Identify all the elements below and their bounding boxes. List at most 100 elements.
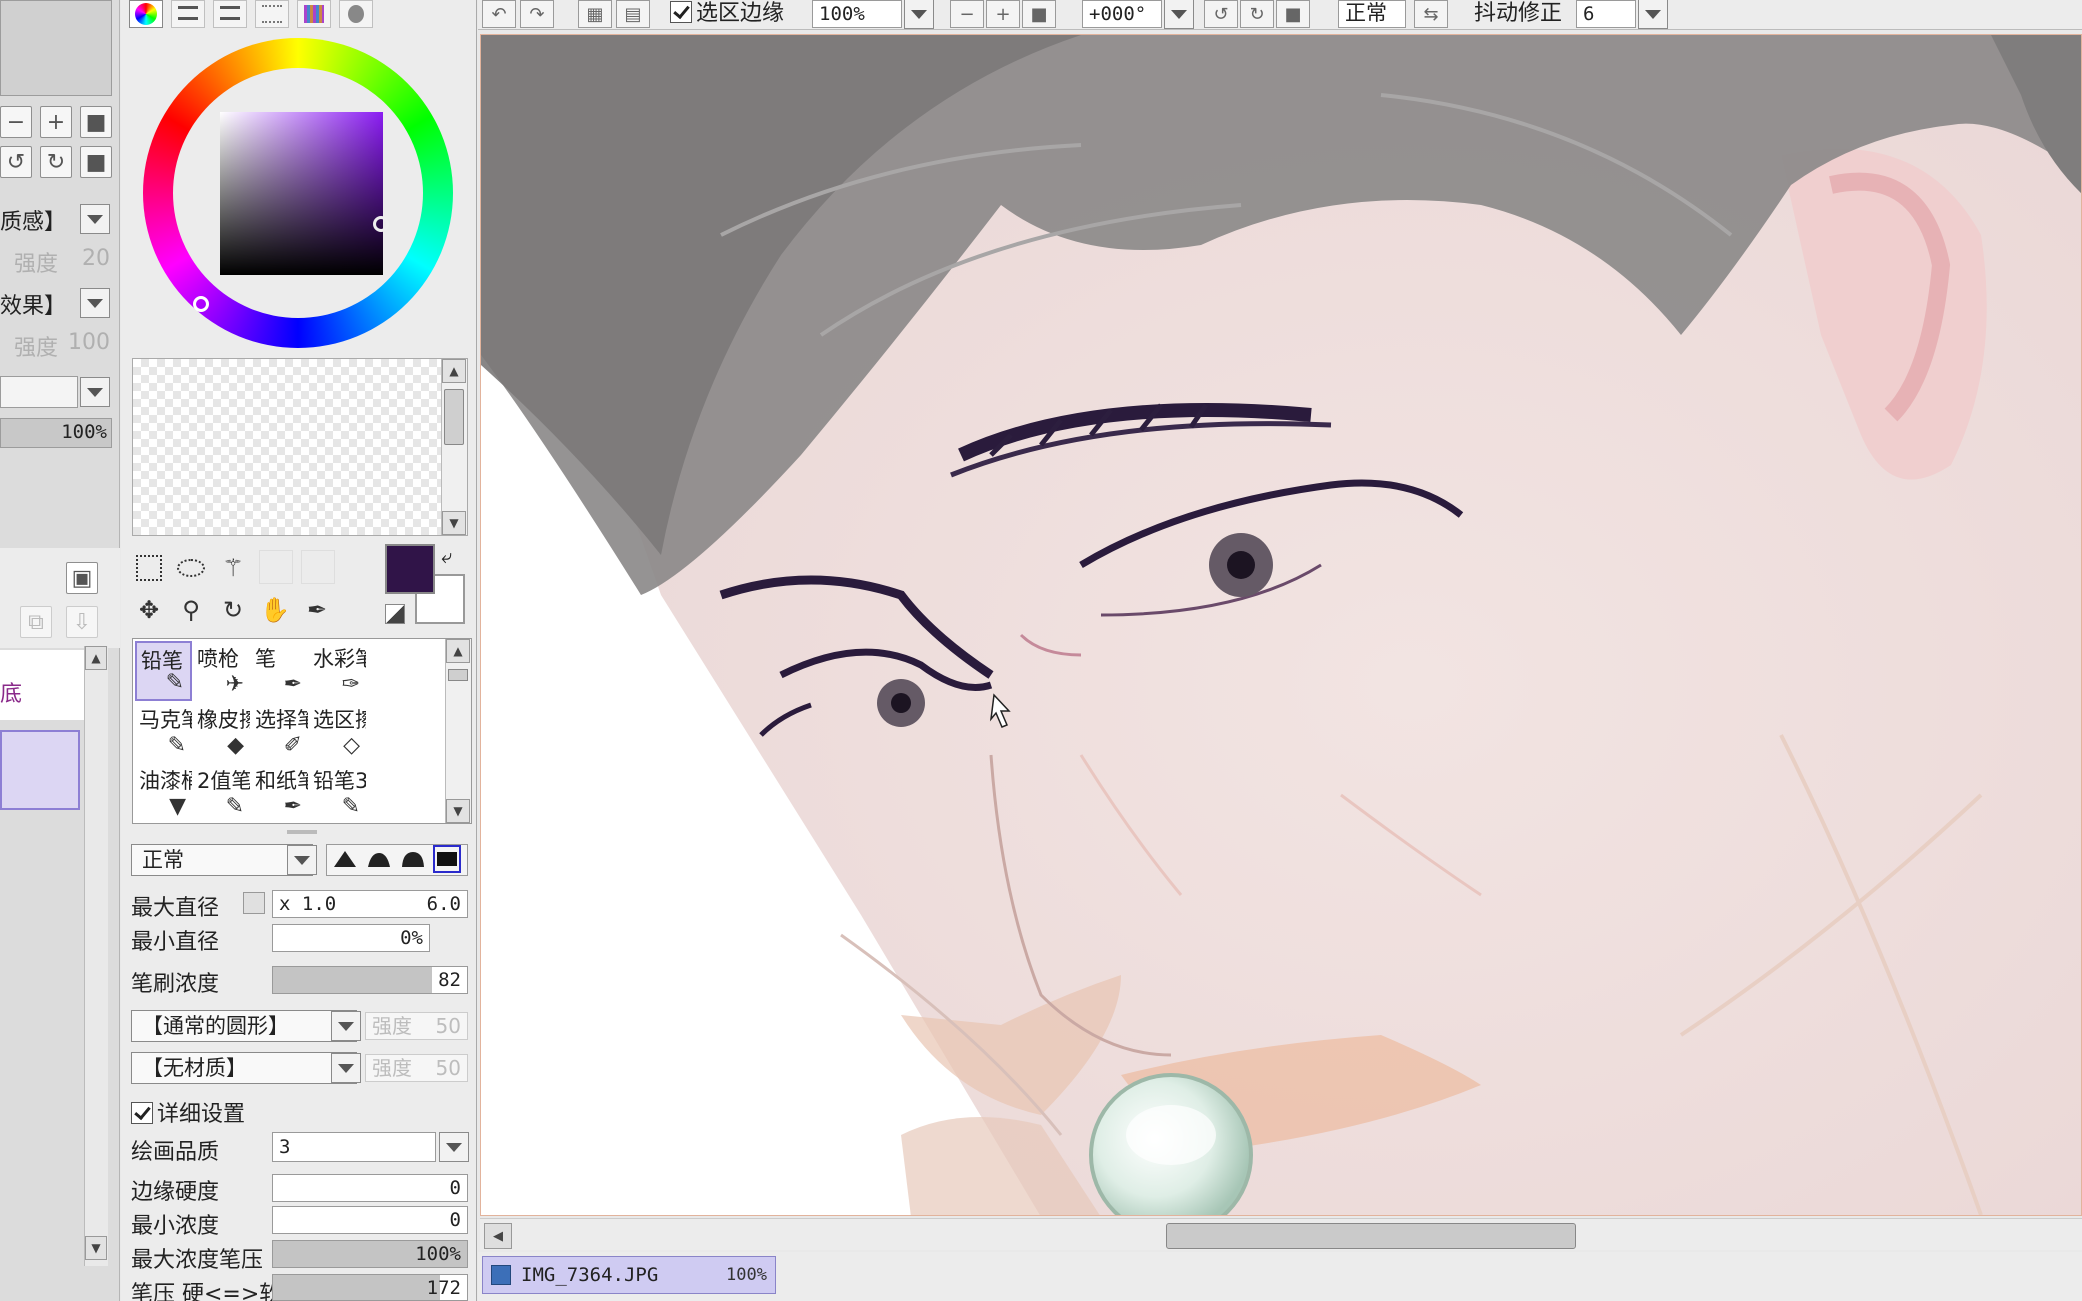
max-diameter-field[interactable]: x 1.0 6.0 (272, 890, 468, 918)
scratchpad-tab[interactable] (339, 0, 373, 28)
brush-texture-arrow[interactable] (331, 1053, 361, 1083)
brush-scroll-thumb[interactable] (448, 669, 468, 681)
stabilizer-dropdown-arrow[interactable] (1638, 0, 1668, 29)
max-diameter-lock-button[interactable] (243, 892, 265, 914)
select-edge-toggle[interactable]: 选区边缘 (670, 0, 784, 28)
brush-item[interactable]: 铅笔 ✎ (135, 641, 192, 701)
preview-scroll-thumb[interactable] (444, 389, 464, 445)
brush-blend-mode-arrow[interactable] (287, 845, 317, 875)
brush-blend-mode-select[interactable]: 正常 (131, 844, 313, 876)
toolbar-rotate-reset-button[interactable]: ■ (1276, 0, 1310, 28)
zoom-in-button[interactable]: + (40, 106, 72, 138)
rect-select-tool[interactable] (131, 550, 167, 586)
color-wheel[interactable] (143, 38, 453, 348)
quality-select[interactable]: 3 (272, 1132, 436, 1162)
brush-shape-arrow[interactable] (331, 1011, 361, 1041)
brush-grid-scrollbar[interactable]: ▲ ▼ (445, 639, 471, 823)
min-diameter-slider[interactable]: 0% (272, 924, 430, 952)
undo-button[interactable]: ↶ (482, 0, 516, 28)
swap-colors-icon[interactable]: ⤶ (441, 544, 452, 568)
rotation-dropdown-arrow[interactable] (1164, 0, 1194, 29)
zoom-reset-button[interactable]: ■ (80, 106, 112, 138)
detail-settings-toggle[interactable]: 详细设置 (131, 1096, 245, 1128)
select-edge-checkbox[interactable] (670, 1, 692, 23)
brush-item[interactable]: 和纸笔 ✒ (251, 763, 308, 823)
canvas-horizontal-scrollbar[interactable]: ◀ (480, 1218, 2082, 1250)
preview-scrollbar[interactable]: ▲ ▼ (441, 359, 467, 535)
layer-mask-button[interactable]: ▣ (66, 562, 98, 594)
lasso-tool[interactable] (173, 550, 209, 586)
canvas-scroll-thumb[interactable] (1166, 1223, 1576, 1249)
layer-texture-dropdown-arrow[interactable] (80, 204, 110, 234)
shape-hard-button[interactable] (399, 845, 427, 873)
layer-texture-dropdown[interactable]: 质感】 (0, 204, 66, 236)
zoom-out-button[interactable]: − (0, 106, 32, 138)
brush-shape-select[interactable]: 【通常的圆形】 (131, 1010, 357, 1042)
redo-button[interactable]: ↷ (520, 0, 554, 28)
brush-item[interactable]: 橡皮擦 ◆ (193, 702, 250, 762)
rotate-tool[interactable]: ↻ (215, 592, 251, 628)
layer-opacity-slider[interactable]: 100% (0, 418, 112, 448)
canvas-scroll-left-button[interactable]: ◀ (484, 1223, 512, 1249)
brush-item[interactable]: 选择笔 ✐ (251, 702, 308, 762)
layer-item-base[interactable]: 底 (0, 650, 84, 720)
toolbar-zoom-reset-button[interactable]: ■ (1022, 0, 1056, 28)
zoom-tool[interactable]: ⚲ (173, 592, 209, 628)
quality-arrow[interactable] (439, 1132, 469, 1162)
move-tool[interactable]: ✥ (131, 592, 167, 628)
brush-item[interactable]: 喷枪 ✈ (193, 641, 250, 701)
preview-scroll-down-button[interactable]: ▼ (442, 511, 466, 535)
rotate-left-button[interactable]: ↺ (0, 146, 32, 178)
toolbar-zoom-out-button[interactable]: − (950, 0, 984, 28)
rgb-slider-tab[interactable] (171, 0, 205, 28)
swatches-tab[interactable] (297, 0, 331, 28)
brush-item[interactable]: 笔 ✒ (251, 641, 308, 701)
brush-shape-selector[interactable] (326, 844, 468, 876)
hue-marker[interactable] (193, 296, 209, 312)
brush-scroll-down-button[interactable]: ▼ (446, 799, 470, 823)
zoom-dropdown-arrow[interactable] (904, 0, 934, 29)
toolbar-rotate-right-button[interactable]: ↻ (1240, 0, 1274, 28)
layer-scroll-down-button[interactable]: ▼ (85, 1236, 107, 1260)
min-density-slider[interactable]: 0 (272, 1206, 468, 1234)
shape-soft-button[interactable] (331, 845, 359, 873)
hsv-slider-tab[interactable] (213, 0, 247, 28)
hand-tool[interactable]: ✋ (257, 592, 293, 628)
brush-item[interactable]: 水彩笔 ✑ (309, 641, 366, 701)
brush-scroll-up-button[interactable]: ▲ (446, 639, 470, 663)
rotate-right-button[interactable]: ↻ (40, 146, 72, 178)
layer-scroll-up-button[interactable]: ▲ (85, 646, 107, 670)
deselect-button[interactable]: ▦ (578, 0, 612, 28)
layer-blend-dropdown-arrow[interactable] (80, 377, 110, 407)
rotation-field[interactable]: +000° (1082, 0, 1162, 28)
foreground-color-swatch[interactable] (385, 544, 435, 594)
layer-copy-button[interactable]: ⧉ (20, 606, 52, 638)
edge-hardness-slider[interactable]: 0 (272, 1174, 468, 1202)
brush-item[interactable]: 马克笔 ✎ (135, 702, 192, 762)
toolbar-zoom-in-button[interactable]: + (986, 0, 1020, 28)
shape-solid-button[interactable] (433, 845, 461, 873)
saturation-value-square[interactable] (220, 112, 383, 275)
toolbar-rotate-left-button[interactable]: ↺ (1204, 0, 1238, 28)
detail-settings-checkbox[interactable] (131, 1102, 153, 1124)
preview-scroll-up-button[interactable]: ▲ (442, 359, 466, 383)
shape-medium-button[interactable] (365, 845, 393, 873)
layer-effect-dropdown[interactable]: 效果】 (0, 288, 66, 320)
eyedropper-tool[interactable]: ✒ (299, 592, 335, 628)
brush-item[interactable]: 2值笔 ✎ (193, 763, 250, 823)
reset-colors-icon[interactable] (385, 604, 405, 624)
brush-item[interactable]: 油漆桶 ▼ (135, 763, 192, 823)
canvas-blend-mode-field[interactable]: 正常 (1338, 0, 1406, 28)
color-wheel-tab[interactable] (129, 0, 163, 28)
document-tab[interactable]: IMG_7364.JPG 100% (482, 1256, 776, 1294)
pressure-slider[interactable]: 172 (272, 1274, 468, 1301)
density-slider[interactable]: 82 (272, 966, 468, 994)
layer-merge-button[interactable]: ⇩ (66, 606, 98, 638)
zoom-field[interactable]: 100% (812, 0, 902, 28)
layer-effect-dropdown-arrow[interactable] (80, 288, 110, 318)
rotate-reset-button[interactable]: ■ (80, 146, 112, 178)
sv-marker[interactable] (373, 216, 389, 232)
layer-item-selected[interactable] (0, 730, 80, 810)
brush-item[interactable]: 铅笔30✎ (309, 763, 366, 823)
stabilizer-field[interactable]: 6 (1576, 0, 1636, 28)
